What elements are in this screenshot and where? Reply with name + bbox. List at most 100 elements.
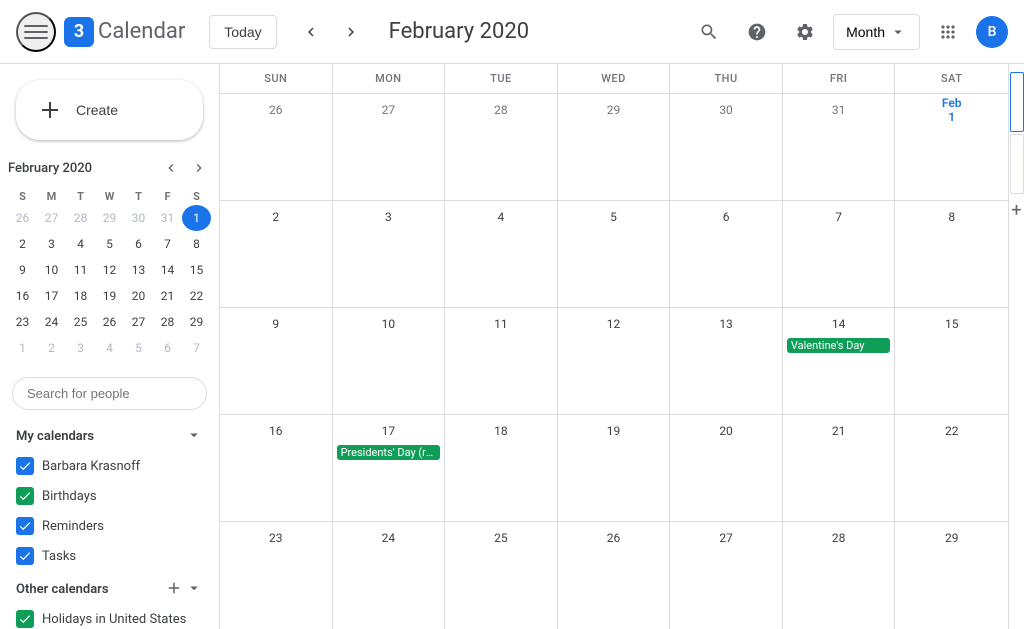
- calendar-cell[interactable]: 27: [333, 94, 446, 200]
- other-calendar-checkbox[interactable]: [16, 610, 34, 628]
- next-month-button[interactable]: [333, 14, 369, 50]
- calendar-cell[interactable]: 24: [333, 522, 446, 629]
- calendar-cell[interactable]: 12: [558, 308, 671, 414]
- calendar-item[interactable]: Birthdays: [0, 481, 219, 511]
- mini-cal-day[interactable]: 24: [37, 309, 66, 335]
- mini-cal-day[interactable]: 10: [37, 257, 66, 283]
- calendar-cell[interactable]: 9: [220, 308, 333, 414]
- mini-cal-day[interactable]: 16: [8, 283, 37, 309]
- mini-cal-day[interactable]: 29: [182, 309, 211, 335]
- mini-cal-day[interactable]: 21: [153, 283, 182, 309]
- calendar-checkbox[interactable]: [16, 457, 34, 475]
- calendar-cell[interactable]: 25: [445, 522, 558, 629]
- mini-cal-day[interactable]: 11: [66, 257, 95, 283]
- mini-cal-day[interactable]: 25: [66, 309, 95, 335]
- other-calendars-expand[interactable]: [185, 579, 203, 600]
- calendar-cell[interactable]: 19: [558, 415, 671, 521]
- help-button[interactable]: [737, 12, 777, 52]
- menu-icon[interactable]: [16, 12, 56, 52]
- calendar-cell[interactable]: 15: [895, 308, 1008, 414]
- mini-next-button[interactable]: [187, 156, 211, 180]
- my-calendars-expand[interactable]: [185, 426, 203, 447]
- apps-button[interactable]: [928, 12, 968, 52]
- mini-cal-day[interactable]: 30: [124, 205, 153, 231]
- calendar-cell[interactable]: 29: [895, 522, 1008, 629]
- view-selector[interactable]: Month: [833, 14, 920, 50]
- calendar-cell[interactable]: 26: [220, 94, 333, 200]
- calendar-cell[interactable]: 21: [783, 415, 896, 521]
- mini-cal-day[interactable]: 7: [153, 231, 182, 257]
- mini-cal-day[interactable]: 2: [37, 335, 66, 361]
- mini-cal-day[interactable]: 3: [66, 335, 95, 361]
- mini-cal-day[interactable]: 31: [153, 205, 182, 231]
- mini-cal-day[interactable]: 5: [95, 231, 124, 257]
- calendar-cell[interactable]: 4: [445, 201, 558, 307]
- calendar-item[interactable]: Tasks: [0, 541, 219, 571]
- today-button[interactable]: Today: [209, 15, 276, 49]
- calendar-cell[interactable]: 22: [895, 415, 1008, 521]
- calendar-cell[interactable]: 6: [670, 201, 783, 307]
- calendar-cell[interactable]: 29: [558, 94, 671, 200]
- mini-cal-day[interactable]: 17: [37, 283, 66, 309]
- mini-cal-day[interactable]: 2: [8, 231, 37, 257]
- mini-cal-day[interactable]: 7: [182, 335, 211, 361]
- mini-cal-day[interactable]: 26: [95, 309, 124, 335]
- mini-cal-day[interactable]: 13: [124, 257, 153, 283]
- mini-cal-day[interactable]: 1: [182, 205, 211, 231]
- add-other-calendar-button[interactable]: [165, 579, 183, 600]
- mini-cal-day[interactable]: 4: [66, 231, 95, 257]
- mini-cal-day[interactable]: 27: [124, 309, 153, 335]
- calendar-cell[interactable]: Feb 1: [895, 94, 1008, 200]
- calendar-cell[interactable]: 2: [220, 201, 333, 307]
- mini-cal-day[interactable]: 9: [8, 257, 37, 283]
- calendar-cell[interactable]: 14Valentine's Day: [783, 308, 896, 414]
- mini-cal-day[interactable]: 18: [66, 283, 95, 309]
- calendar-cell[interactable]: 13: [670, 308, 783, 414]
- calendar-cell[interactable]: 5: [558, 201, 671, 307]
- calendar-cell[interactable]: 18: [445, 415, 558, 521]
- mini-cal-day[interactable]: 28: [153, 309, 182, 335]
- create-button[interactable]: Create: [16, 80, 203, 140]
- tab-add-button[interactable]: +: [1011, 200, 1021, 221]
- calendar-cell[interactable]: 3: [333, 201, 446, 307]
- calendar-cell[interactable]: 28: [783, 522, 896, 629]
- mini-cal-day[interactable]: 28: [66, 205, 95, 231]
- calendar-cell[interactable]: 23: [220, 522, 333, 629]
- tab-item[interactable]: [1010, 134, 1024, 194]
- mini-cal-day[interactable]: 15: [182, 257, 211, 283]
- calendar-cell[interactable]: 26: [558, 522, 671, 629]
- calendar-cell[interactable]: 16: [220, 415, 333, 521]
- tab-active[interactable]: [1010, 72, 1024, 132]
- mini-cal-day[interactable]: 4: [95, 335, 124, 361]
- calendar-checkbox[interactable]: [16, 487, 34, 505]
- mini-cal-day[interactable]: 8: [182, 231, 211, 257]
- calendar-item[interactable]: Barbara Krasnoff: [0, 451, 219, 481]
- calendar-cell[interactable]: 20: [670, 415, 783, 521]
- mini-cal-day[interactable]: 27: [37, 205, 66, 231]
- mini-cal-day[interactable]: 23: [8, 309, 37, 335]
- calendar-cell[interactable]: 28: [445, 94, 558, 200]
- prev-month-button[interactable]: [293, 14, 329, 50]
- calendar-cell[interactable]: 7: [783, 201, 896, 307]
- calendar-checkbox[interactable]: [16, 517, 34, 535]
- mini-cal-day[interactable]: 20: [124, 283, 153, 309]
- calendar-cell[interactable]: 27: [670, 522, 783, 629]
- search-button[interactable]: [689, 12, 729, 52]
- calendar-cell[interactable]: 8: [895, 201, 1008, 307]
- calendar-cell[interactable]: 30: [670, 94, 783, 200]
- calendar-cell[interactable]: 17Presidents' Day (re...: [333, 415, 446, 521]
- mini-cal-day[interactable]: 29: [95, 205, 124, 231]
- mini-cal-day[interactable]: 26: [8, 205, 37, 231]
- user-avatar[interactable]: B: [976, 16, 1008, 48]
- mini-cal-day[interactable]: 1: [8, 335, 37, 361]
- calendar-cell[interactable]: 10: [333, 308, 446, 414]
- calendar-cell[interactable]: 11: [445, 308, 558, 414]
- mini-cal-day[interactable]: 6: [124, 231, 153, 257]
- other-calendar-item[interactable]: Holidays in United States: [0, 604, 219, 629]
- calendar-checkbox[interactable]: [16, 547, 34, 565]
- mini-cal-day[interactable]: 3: [37, 231, 66, 257]
- search-input[interactable]: [12, 377, 207, 410]
- mini-cal-day[interactable]: 19: [95, 283, 124, 309]
- mini-cal-day[interactable]: 12: [95, 257, 124, 283]
- calendar-cell[interactable]: 31: [783, 94, 896, 200]
